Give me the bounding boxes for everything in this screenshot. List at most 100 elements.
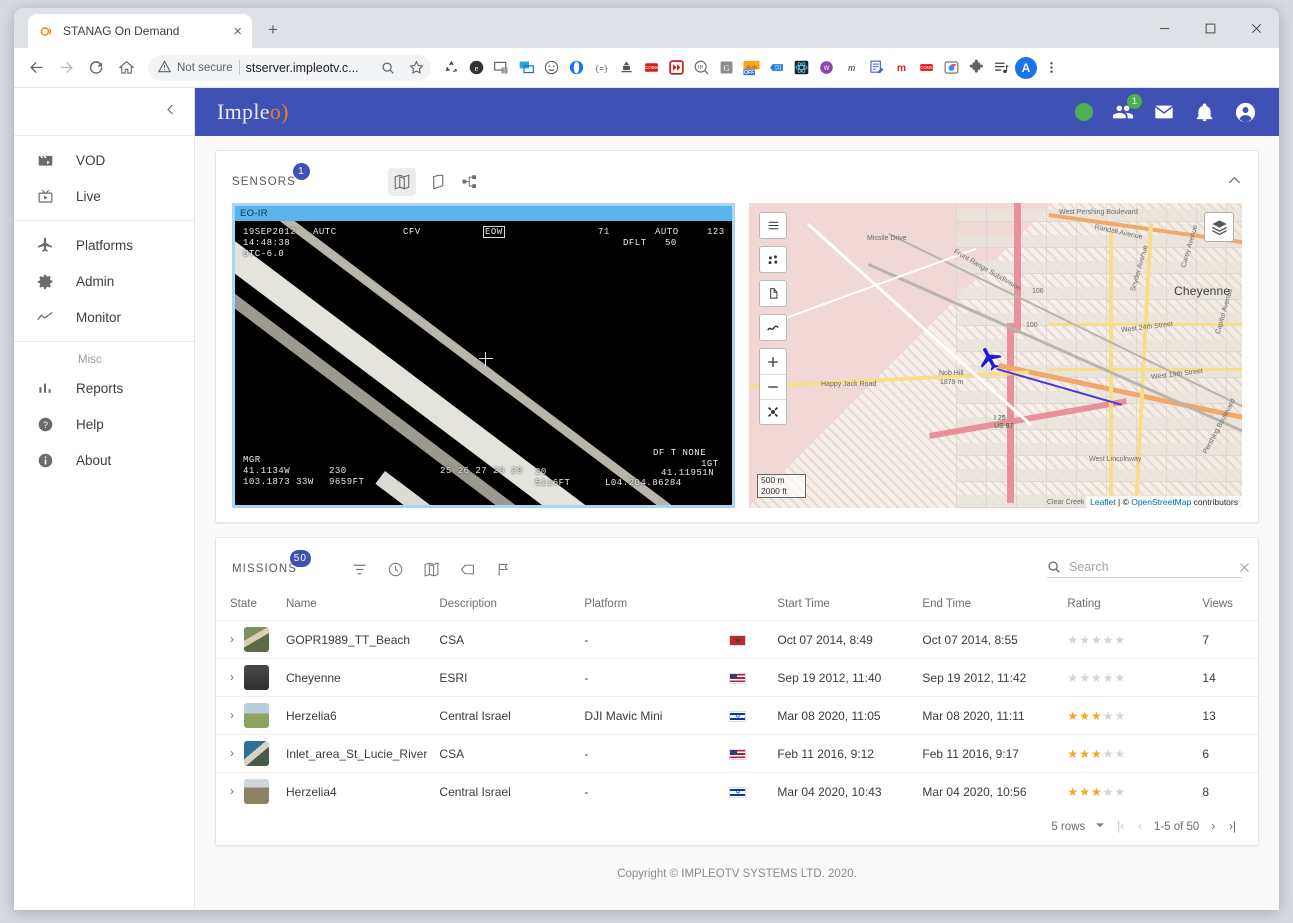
- fit-bounds-icon[interactable]: [760, 399, 786, 424]
- filter-icon[interactable]: [347, 557, 371, 581]
- rating-stars[interactable]: ★★★★★: [1067, 747, 1126, 761]
- video-player-panel[interactable]: EO-IR 19SEP2012 14:48:38 UTC-6.0 AUTC CF…: [232, 203, 735, 508]
- playlist-icon[interactable]: [989, 56, 1013, 80]
- m-red-icon[interactable]: m: [889, 56, 913, 80]
- tree-layout-icon[interactable]: [456, 168, 484, 196]
- column-header-state[interactable]: State: [216, 594, 280, 621]
- purple-wp-icon[interactable]: W: [814, 56, 838, 80]
- react-icon[interactable]: [789, 56, 813, 80]
- search-icon[interactable]: [377, 57, 399, 79]
- sidebar-item-live[interactable]: Live: [14, 178, 194, 214]
- back-icon[interactable]: [22, 54, 50, 82]
- column-header-platform[interactable]: Platform: [578, 594, 723, 621]
- url-text[interactable]: stserver.impleotv.c...: [246, 61, 371, 75]
- table-row[interactable]: › Cheyenne ESRI - Sep 19 2012, 11:40 Sep 19 2…: [216, 658, 1258, 697]
- cell-rating[interactable]: ★★★★★: [1061, 658, 1197, 697]
- cell-rating[interactable]: ★★★★★: [1061, 620, 1197, 659]
- bell-icon[interactable]: [1194, 102, 1215, 123]
- rating-stars[interactable]: ★★★★★: [1067, 709, 1126, 723]
- tag-icon[interactable]: [455, 557, 479, 581]
- recycle-icon[interactable]: [439, 56, 463, 80]
- next-page-button[interactable]: ›: [1209, 821, 1217, 833]
- off-banner-icon[interactable]: OFF: [739, 56, 763, 80]
- new-tab-button[interactable]: +: [262, 19, 284, 41]
- forward-icon[interactable]: [52, 54, 80, 82]
- cobs-icon[interactable]: COBS: [639, 56, 663, 80]
- address-bar[interactable]: Not secure stserver.impleotv.c...: [148, 54, 431, 81]
- mission-thumbnail[interactable]: [244, 665, 269, 690]
- column-header-end-time[interactable]: End Time: [916, 594, 1061, 621]
- table-row[interactable]: › GOPR1989_TT_BeachCSA- Oct 07 2014, 8:49O…: [216, 620, 1258, 659]
- column-header-start-time[interactable]: Start Time: [771, 594, 916, 621]
- column-header-description[interactable]: Description: [433, 594, 578, 621]
- video-frame[interactable]: 19SEP2012 14:48:38 UTC-6.0 AUTC CFV EOW …: [235, 221, 732, 505]
- zoom-in-icon[interactable]: [760, 349, 786, 374]
- sidebar-item-help[interactable]: ? Help: [14, 406, 194, 442]
- chevron-up-icon[interactable]: [1227, 173, 1242, 191]
- three-dot-menu-icon[interactable]: [1039, 56, 1063, 80]
- first-page-button[interactable]: |‹: [1115, 821, 1126, 833]
- clock-icon[interactable]: [383, 557, 407, 581]
- braces-icon[interactable]: {=}: [589, 56, 613, 80]
- cell-rating[interactable]: ★★★★★: [1061, 696, 1197, 735]
- sidebar-item-vod[interactable]: VOD: [14, 142, 194, 178]
- cell-rating[interactable]: ★★★★★: [1061, 772, 1197, 810]
- ip-search-icon[interactable]: IP: [689, 56, 713, 80]
- zoom-out-icon[interactable]: [760, 374, 786, 399]
- layers-icon[interactable]: [1204, 212, 1234, 242]
- expand-row-icon[interactable]: ›: [230, 708, 244, 722]
- people-icon[interactable]: 1: [1112, 94, 1142, 123]
- maximize-icon[interactable]: [1187, 8, 1233, 48]
- expand-row-icon[interactable]: ›: [230, 670, 244, 684]
- column-header-name[interactable]: Name: [280, 594, 433, 621]
- map-single-icon[interactable]: [422, 168, 450, 196]
- map-split-icon[interactable]: [387, 168, 416, 196]
- sidebar-item-reports[interactable]: Reports: [14, 370, 194, 406]
- rating-stars[interactable]: ★★★★★: [1067, 633, 1126, 647]
- map-icon[interactable]: [419, 557, 443, 581]
- star-icon[interactable]: [405, 57, 427, 79]
- map-panel[interactable]: Cheyenne West Pershing Boulevard Randall…: [749, 203, 1242, 508]
- edit-doc-icon[interactable]: [864, 56, 888, 80]
- mission-thumbnail[interactable]: [244, 741, 269, 766]
- e-circle-icon[interactable]: e: [464, 56, 488, 80]
- last-page-button[interactable]: ›|: [1227, 821, 1238, 833]
- rows-per-page-select[interactable]: 5 rows: [1051, 820, 1105, 833]
- coms-red-icon[interactable]: COMS: [914, 56, 938, 80]
- close-window-icon[interactable]: [1233, 8, 1279, 48]
- attribution-leaflet[interactable]: Leaflet: [1090, 497, 1116, 507]
- clear-icon[interactable]: [1238, 561, 1251, 574]
- smiley-icon[interactable]: [539, 56, 563, 80]
- close-icon[interactable]: ×: [233, 24, 242, 39]
- g-icon[interactable]: G: [714, 56, 738, 80]
- sidebar-item-monitor[interactable]: Monitor: [14, 299, 194, 335]
- chevron-left-icon[interactable]: [164, 103, 177, 120]
- minimize-icon[interactable]: [1141, 8, 1187, 48]
- m-italic-icon[interactable]: m: [839, 56, 863, 80]
- table-row[interactable]: › Herzelia4 Central Israel - ✡ Mar 04 2020, 1…: [216, 772, 1258, 810]
- chrome-photo-icon[interactable]: [939, 56, 963, 80]
- sidebar-item-admin[interactable]: Admin: [14, 263, 194, 299]
- opera-icon[interactable]: [564, 56, 588, 80]
- browser-tab[interactable]: STANAG On Demand ×: [28, 14, 252, 48]
- column-header-rating[interactable]: Rating: [1061, 594, 1196, 621]
- table-row[interactable]: › Herzelia6 Central Israel DJI Mavic Mini ✡ M…: [216, 696, 1258, 735]
- fast-forward-icon[interactable]: [664, 56, 688, 80]
- mission-thumbnail[interactable]: [244, 703, 269, 728]
- account-circle-icon[interactable]: [1234, 101, 1257, 124]
- blue-tag-icon[interactable]: [1]: [764, 56, 788, 80]
- search-box[interactable]: [1047, 560, 1249, 578]
- home-icon[interactable]: [112, 54, 140, 82]
- flag-icon[interactable]: [491, 557, 515, 581]
- prev-page-button[interactable]: ‹: [1136, 821, 1144, 833]
- hand-pointer-icon[interactable]: [760, 281, 786, 306]
- cell-rating[interactable]: ★★★★★: [1061, 734, 1197, 773]
- points-icon[interactable]: [760, 247, 786, 272]
- expand-row-icon[interactable]: ›: [230, 784, 244, 798]
- search-input[interactable]: [1069, 560, 1230, 574]
- monument-icon[interactable]: [614, 56, 638, 80]
- rating-stars[interactable]: ★★★★★: [1067, 785, 1126, 799]
- sidebar-item-about[interactable]: About: [14, 442, 194, 478]
- sidebar-item-platforms[interactable]: Platforms: [14, 227, 194, 263]
- expand-row-icon[interactable]: ›: [230, 746, 244, 760]
